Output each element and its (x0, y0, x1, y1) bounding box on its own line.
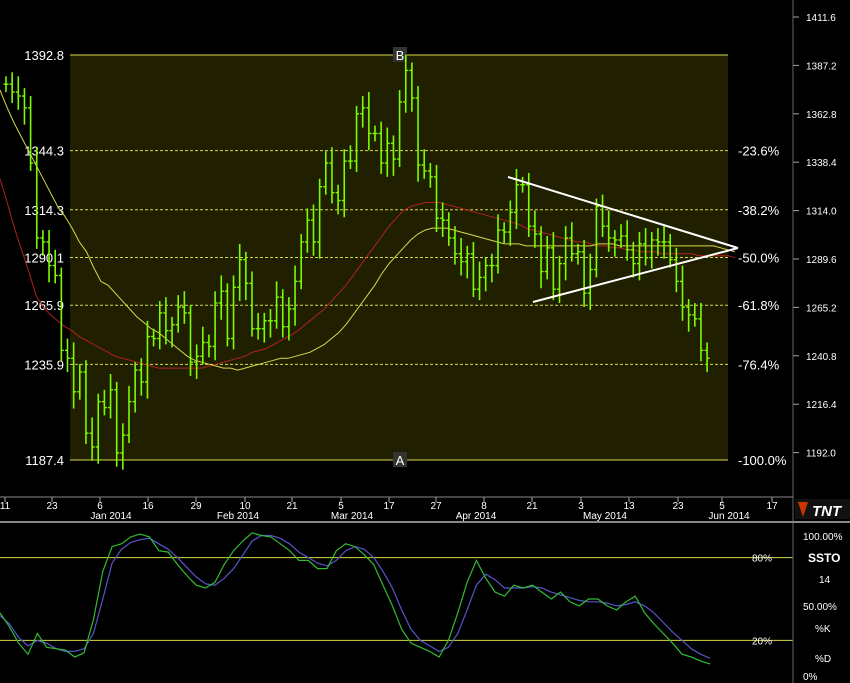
fib-right-label: -23.6% (738, 144, 780, 159)
fib-marker: A (396, 453, 405, 468)
level-label-20: 20% (752, 636, 772, 647)
fib-left-label: 1265.9 (24, 298, 64, 313)
indicator-axis-top: 100.00% (803, 532, 843, 543)
fib-left-label: 1290.1 (24, 251, 64, 266)
fib-right-label: -61.8% (738, 298, 780, 313)
fib-right-label: -76.4% (738, 357, 780, 372)
level-label-80: 80% (752, 554, 772, 565)
fib-right-label: -38.2% (738, 203, 780, 218)
fib-right-label: -50.0% (738, 251, 780, 266)
fib-left-label: 1187.4 (25, 453, 64, 468)
month-label: Jan 2014 (90, 511, 132, 522)
date-tick-label: 29 (190, 501, 202, 512)
date-tick-label: 23 (46, 501, 58, 512)
date-tick-label: 11 (0, 501, 11, 512)
chart-canvas: 1392.8 B1344.3 -23.6%1314.3 -38.2%1290.1 -50… (0, 0, 850, 683)
month-label: Jun 2014 (708, 511, 750, 522)
fib-left-label: 1235.9 (24, 357, 64, 372)
price-axis-label: 1216.4 (806, 400, 837, 411)
date-tick-label: 21 (526, 501, 538, 512)
price-axis-label: 1314.0 (806, 207, 837, 218)
date-tick-label: 27 (430, 501, 442, 512)
date-tick-label: 17 (766, 501, 778, 512)
month-label: Mar 2014 (331, 511, 374, 522)
price-axis: 1411.6 1387.2 1362.8 1338.4 1314.0 1289.6 1265… (793, 13, 837, 460)
indicator-axis-mid: 50.00% (803, 602, 837, 613)
date-tick-label: 23 (672, 501, 684, 512)
logo-text: TNT (812, 503, 843, 520)
month-label: May 2014 (583, 511, 627, 522)
date-tick-label: 16 (142, 501, 154, 512)
fib-marker: B (396, 48, 405, 63)
indicator-panel: 80% 20% 100.00% SSTO 14 50.00% %K %D 0% (0, 532, 843, 683)
price-axis-label: 1265.2 (806, 303, 837, 314)
d-legend: %D (815, 654, 831, 665)
indicator-name: SSTO (808, 551, 840, 565)
date-tick-label: 17 (383, 501, 395, 512)
fib-left-label: 1392.8 (24, 48, 64, 63)
price-axis-label: 1387.2 (806, 61, 837, 72)
price-axis-label: 1362.8 (806, 110, 837, 121)
price-axis-label: 1411.6 (806, 13, 836, 24)
price-axis-label: 1289.6 (806, 255, 837, 266)
month-label: Apr 2014 (456, 511, 497, 522)
k-legend: %K (815, 624, 831, 635)
month-label: Feb 2014 (217, 511, 260, 522)
indicator-period: 14 (819, 575, 831, 586)
date-tick-label: 21 (286, 501, 298, 512)
price-axis-label: 1192.0 (806, 449, 836, 460)
fib-right-label: -100.0% (738, 453, 787, 468)
date-axis: 11 23 6 16 29 10 21 5 17 27 8 21 3 13 23 5 17Jan 2014 Feb… (0, 497, 778, 522)
stochastic-d-line (0, 534, 711, 659)
tnt-logo: TNT (795, 499, 850, 520)
stochastic-k-line (0, 532, 711, 665)
fib-left-label: 1314.3 (24, 203, 64, 218)
price-axis-label: 1338.4 (806, 158, 837, 169)
chart-window: 1392.8 B 1344.3 -23.6% 1314.3 -38.2% 1290.1 -50… (0, 0, 850, 683)
indicator-axis-bottom: 0% (803, 672, 818, 683)
price-axis-label: 1240.8 (806, 352, 837, 363)
